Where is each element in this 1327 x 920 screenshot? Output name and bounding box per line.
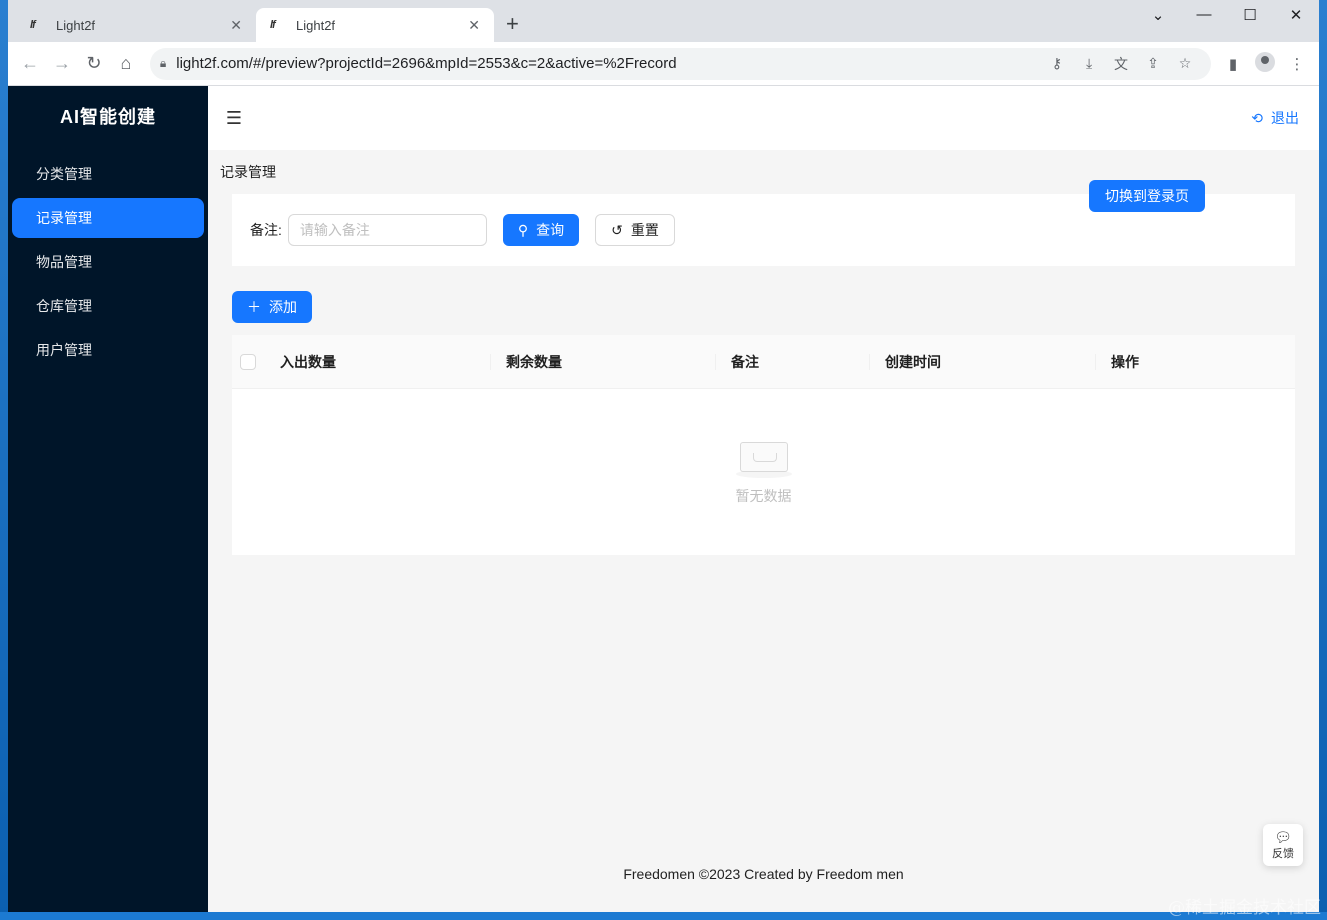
browser-menu-icon[interactable]: ⋮: [1281, 55, 1313, 73]
logout-button[interactable]: ⟲ 退出: [1251, 108, 1299, 128]
column-header[interactable]: 备注: [715, 335, 869, 388]
light2f-favicon-icon: lf: [270, 19, 276, 31]
tab-strip: lf Light2f ✕ lf Light2f ✕ + ⌄ — ☐ ✕: [8, 0, 1319, 42]
select-all-checkbox[interactable]: [240, 353, 256, 370]
switch-to-login-button[interactable]: 切换到登录页: [1089, 180, 1205, 212]
close-tab-icon[interactable]: ✕: [468, 17, 480, 34]
close-tab-icon[interactable]: ✕: [230, 17, 242, 34]
empty-text: 暂无数据: [735, 488, 792, 504]
remark-label: 备注:: [250, 222, 282, 238]
reset-button[interactable]: ↺ 重置: [595, 214, 675, 246]
sidebar-item-category[interactable]: 分类管理: [12, 154, 204, 194]
logout-label: 退出: [1271, 110, 1299, 126]
watermark-text: @稀土掘金技术社区: [1168, 898, 1321, 918]
sidebar-item-label: 仓库管理: [36, 298, 92, 314]
desktop-edge-right: [1319, 0, 1327, 920]
query-button[interactable]: ⚲ 查询: [502, 214, 580, 246]
translate-icon[interactable]: 文: [1105, 54, 1137, 74]
sidebar-item-user[interactable]: 用户管理: [12, 330, 204, 370]
home-icon[interactable]: ⌂: [110, 53, 142, 74]
column-header[interactable]: 操作: [1095, 335, 1295, 388]
sidebar-item-label: 用户管理: [36, 342, 92, 358]
address-bar[interactable]: 🔒︎ light2f.com/#/preview?projectId=2696&…: [149, 47, 1212, 80]
content-area: 记录管理 切换到登录页 备注: ⚲ 查询 ↺ 重置: [208, 150, 1319, 555]
sidebar-item-label: 分类管理: [36, 166, 92, 182]
column-header[interactable]: 创建时间: [869, 335, 1095, 388]
add-button[interactable]: ＋ 添加: [232, 291, 312, 323]
forward-icon[interactable]: →: [46, 53, 78, 74]
desktop-edge-bottom: [0, 912, 1327, 920]
add-toolbar: ＋ 添加: [232, 291, 1303, 323]
chat-icon: 💬︎: [1274, 829, 1292, 845]
lock-icon[interactable]: 🔒︎: [160, 56, 166, 71]
empty-inbox-icon: [732, 438, 796, 478]
browser-tab[interactable]: lf Light2f ✕: [16, 8, 256, 42]
main-area: ☰ ⟲ 退出 记录管理 切换到登录页 备注: ⚲ 查询 ↺: [208, 86, 1319, 912]
app-layout: AI智能创建 分类管理 记录管理 物品管理 仓库管理 用户管理 ☰ ⟲ 退出 记…: [8, 86, 1319, 912]
sidebar: AI智能创建 分类管理 记录管理 物品管理 仓库管理 用户管理: [8, 86, 208, 912]
search-form: 切换到登录页 备注: ⚲ 查询 ↺ 重置: [232, 180, 1295, 266]
select-all-cell: [232, 335, 280, 388]
add-button-label: 添加: [269, 299, 297, 315]
app-header: ☰ ⟲ 退出: [208, 86, 1319, 150]
column-header[interactable]: 剩余数量: [490, 335, 715, 388]
tab-title: Light2f: [296, 17, 336, 33]
logout-icon: ⟲: [1251, 109, 1263, 126]
profile-avatar-icon[interactable]: [1249, 51, 1281, 76]
side-panel-icon[interactable]: ▮: [1217, 55, 1249, 73]
tab-title: Light2f: [56, 17, 96, 33]
desktop-edge-left: [0, 0, 8, 920]
reload-icon[interactable]: ↻: [78, 53, 110, 74]
bookmark-star-icon[interactable]: ☆: [1169, 55, 1201, 72]
sidebar-item-record[interactable]: 记录管理: [12, 198, 204, 238]
menu-fold-icon[interactable]: ☰: [222, 108, 246, 129]
page-footer: Freedomen ©2023 Created by Freedom men: [623, 866, 904, 882]
app-logo: AI智能创建: [60, 107, 156, 127]
record-table: 入出数量 剩余数量 备注 创建时间 操作 暂无数据: [232, 335, 1295, 555]
feedback-button[interactable]: 💬︎ 反馈: [1263, 824, 1303, 866]
install-app-icon[interactable]: ⤓: [1073, 55, 1105, 72]
sidebar-item-label: 物品管理: [36, 254, 92, 270]
browser-tab-active[interactable]: lf Light2f ✕: [256, 8, 494, 42]
query-button-label: 查询: [536, 222, 565, 238]
url-text[interactable]: light2f.com/#/preview?projectId=2696&mpI…: [176, 55, 1041, 72]
share-icon[interactable]: ⇪: [1137, 55, 1169, 72]
minimize-icon[interactable]: —: [1181, 6, 1227, 23]
sidebar-item-warehouse[interactable]: 仓库管理: [12, 286, 204, 326]
feedback-label: 反馈: [1272, 848, 1294, 860]
back-icon[interactable]: ←: [14, 53, 46, 74]
browser-window: lf Light2f ✕ lf Light2f ✕ + ⌄ — ☐ ✕ ← → …: [8, 0, 1319, 912]
new-tab-icon[interactable]: +: [506, 12, 519, 36]
close-window-icon[interactable]: ✕: [1273, 6, 1319, 24]
maximize-icon[interactable]: ☐: [1227, 6, 1273, 24]
reset-button-label: 重置: [630, 222, 659, 238]
reload-icon: ↺: [611, 221, 623, 238]
table-header: 入出数量 剩余数量 备注 创建时间 操作: [232, 335, 1295, 389]
column-header[interactable]: 入出数量: [280, 335, 490, 388]
table-body-empty: 暂无数据: [232, 389, 1295, 555]
remark-input[interactable]: [287, 214, 487, 246]
light2f-favicon-icon: lf: [30, 19, 36, 31]
browser-toolbar: ← → ↻ ⌂ 🔒︎ light2f.com/#/preview?project…: [8, 42, 1319, 86]
plus-icon: ＋: [247, 299, 261, 315]
tab-search-icon[interactable]: ⌄: [1135, 6, 1181, 24]
sidebar-item-goods[interactable]: 物品管理: [12, 242, 204, 282]
search-icon: ⚲: [517, 221, 529, 238]
password-key-icon[interactable]: ⚷: [1041, 55, 1073, 72]
sidebar-item-label: 记录管理: [36, 210, 92, 226]
